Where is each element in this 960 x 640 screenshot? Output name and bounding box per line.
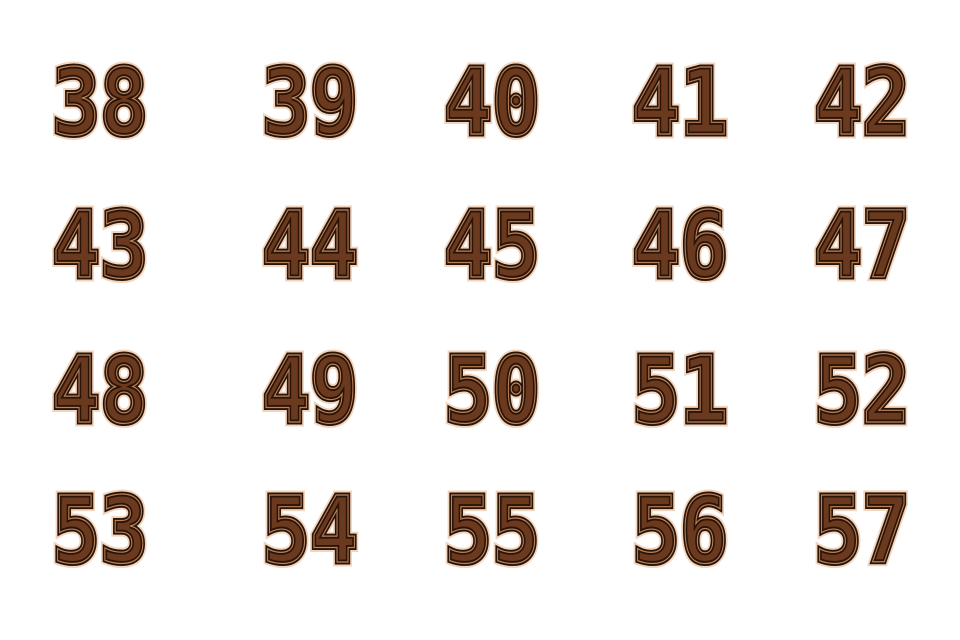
number-outline: 40 <box>444 49 540 156</box>
number-outline: 45 <box>444 192 540 299</box>
number-outline: 38 <box>52 49 148 156</box>
number-graphic: 515151 <box>628 333 733 449</box>
number-outline: 56 <box>632 477 728 584</box>
number-graphic: 424242 <box>810 45 915 161</box>
number-outline: 48 <box>52 337 148 444</box>
number-outline: 54 <box>262 477 358 584</box>
number-56: 56 56 56 <box>610 470 750 589</box>
number-graphic: 535353 <box>48 473 153 589</box>
number-48: 48 48 48 <box>30 330 170 449</box>
number-graphic: 414141 <box>628 45 733 161</box>
number-graphic: 575757 <box>810 473 915 589</box>
number-outline: 53 <box>52 477 148 584</box>
number-outline: 52 <box>814 337 910 444</box>
number-outline: 41 <box>632 49 728 156</box>
number-graphic: 494949 <box>258 333 363 449</box>
number-graphic: 383838 <box>48 45 153 161</box>
number-50: 50 50 50 <box>422 330 562 449</box>
number-graphic: 474747 <box>810 188 915 304</box>
number-graphic: 464646 <box>628 188 733 304</box>
number-42: 42 42 42 <box>792 42 932 161</box>
number-grid: 38 38 38 39 39 39 40 40 40 41 41 41 42 42 42 43 43 43 44 44… <box>0 0 960 640</box>
number-outline: 43 <box>52 192 148 299</box>
number-39: 39 39 39 <box>240 42 380 161</box>
number-46: 46 46 46 <box>610 185 750 304</box>
number-49: 49 49 49 <box>240 330 380 449</box>
number-57: 57 57 57 <box>792 470 932 589</box>
number-graphic: 393939 <box>258 45 363 161</box>
number-outline: 39 <box>262 49 358 156</box>
number-38: 38 38 38 <box>30 42 170 161</box>
number-graphic: 444444 <box>258 188 363 304</box>
number-outline: 50 <box>444 337 540 444</box>
number-graphic: 555555 <box>440 473 545 589</box>
number-outline: 46 <box>632 192 728 299</box>
number-47: 47 47 47 <box>792 185 932 304</box>
number-43: 43 43 43 <box>30 185 170 304</box>
number-graphic: 434343 <box>48 188 153 304</box>
number-55: 55 55 55 <box>422 470 562 589</box>
number-graphic: 565656 <box>628 473 733 589</box>
number-graphic: 525252 <box>810 333 915 449</box>
number-40: 40 40 40 <box>422 42 562 161</box>
number-outline: 47 <box>814 192 910 299</box>
number-graphic: 505050 <box>440 333 545 449</box>
number-45: 45 45 45 <box>422 185 562 304</box>
number-outline: 42 <box>814 49 910 156</box>
number-graphic: 454545 <box>440 188 545 304</box>
number-54: 54 54 54 <box>240 470 380 589</box>
number-graphic: 484848 <box>48 333 153 449</box>
number-51: 51 51 51 <box>610 330 750 449</box>
number-outline: 55 <box>444 477 540 584</box>
number-outline: 51 <box>632 337 728 444</box>
number-41: 41 41 41 <box>610 42 750 161</box>
number-graphic: 545454 <box>258 473 363 589</box>
number-53: 53 53 53 <box>30 470 170 589</box>
number-outline: 57 <box>814 477 910 584</box>
number-outline: 44 <box>262 192 358 299</box>
number-graphic: 404040 <box>440 45 545 161</box>
number-outline: 49 <box>262 337 358 444</box>
number-44: 44 44 44 <box>240 185 380 304</box>
number-52: 52 52 52 <box>792 330 932 449</box>
